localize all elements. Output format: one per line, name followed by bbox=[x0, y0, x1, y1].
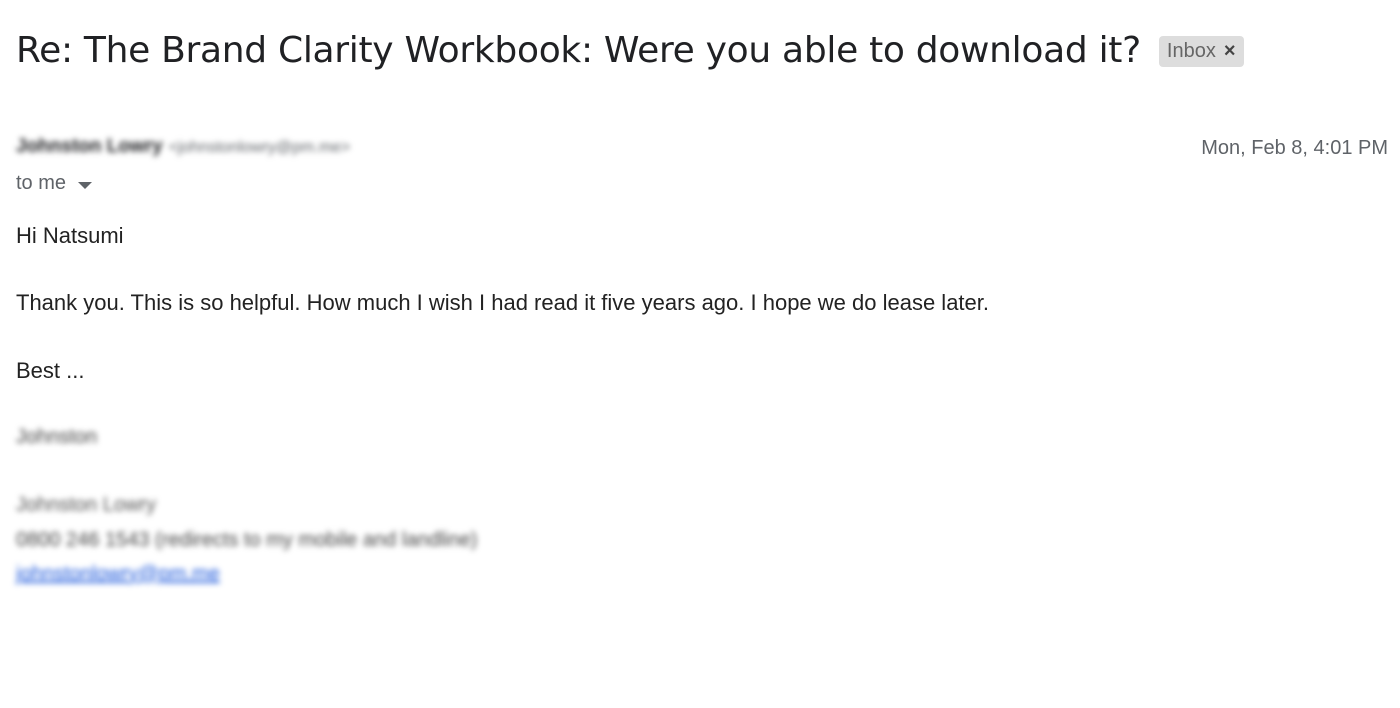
signature-full-name: Johnston Lowry bbox=[16, 494, 157, 516]
body-signoff: Best ... bbox=[16, 358, 85, 383]
body-message: Thank you. This is so helpful. How much … bbox=[16, 290, 989, 315]
signature-phone: 0800 246 1543 (redirects to my mobile an… bbox=[16, 529, 478, 551]
inbox-label-chip[interactable]: Inbox × bbox=[1158, 36, 1244, 67]
label-text: Inbox bbox=[1166, 39, 1216, 62]
email-date: Mon, Feb 8, 4:01 PM bbox=[1201, 137, 1388, 159]
email-view: Re: The Brand Clarity Workbook: Were you… bbox=[0, 0, 1400, 708]
close-icon[interactable]: × bbox=[1224, 41, 1236, 61]
body-greeting: Hi Natsumi bbox=[16, 223, 124, 248]
signature-email-link[interactable]: johnstonlowry@pm.me bbox=[16, 563, 220, 586]
subject-row: Re: The Brand Clarity Workbook: Were you… bbox=[16, 30, 1244, 71]
sender-email: <johnstonlowry@pm.me> bbox=[168, 139, 351, 156]
recipient-details-toggle[interactable]: to me bbox=[16, 172, 93, 195]
email-subject: Re: The Brand Clarity Workbook: Were you… bbox=[16, 30, 1141, 71]
chevron-down-icon[interactable] bbox=[78, 182, 93, 189]
recipient-text: to me bbox=[16, 172, 67, 194]
sender-name[interactable]: Johnston Lowry bbox=[16, 136, 163, 158]
signature-first-name: Johnston bbox=[16, 426, 98, 448]
sender-row: Johnston Lowry <johnstonlowry@pm.me> bbox=[16, 136, 350, 158]
